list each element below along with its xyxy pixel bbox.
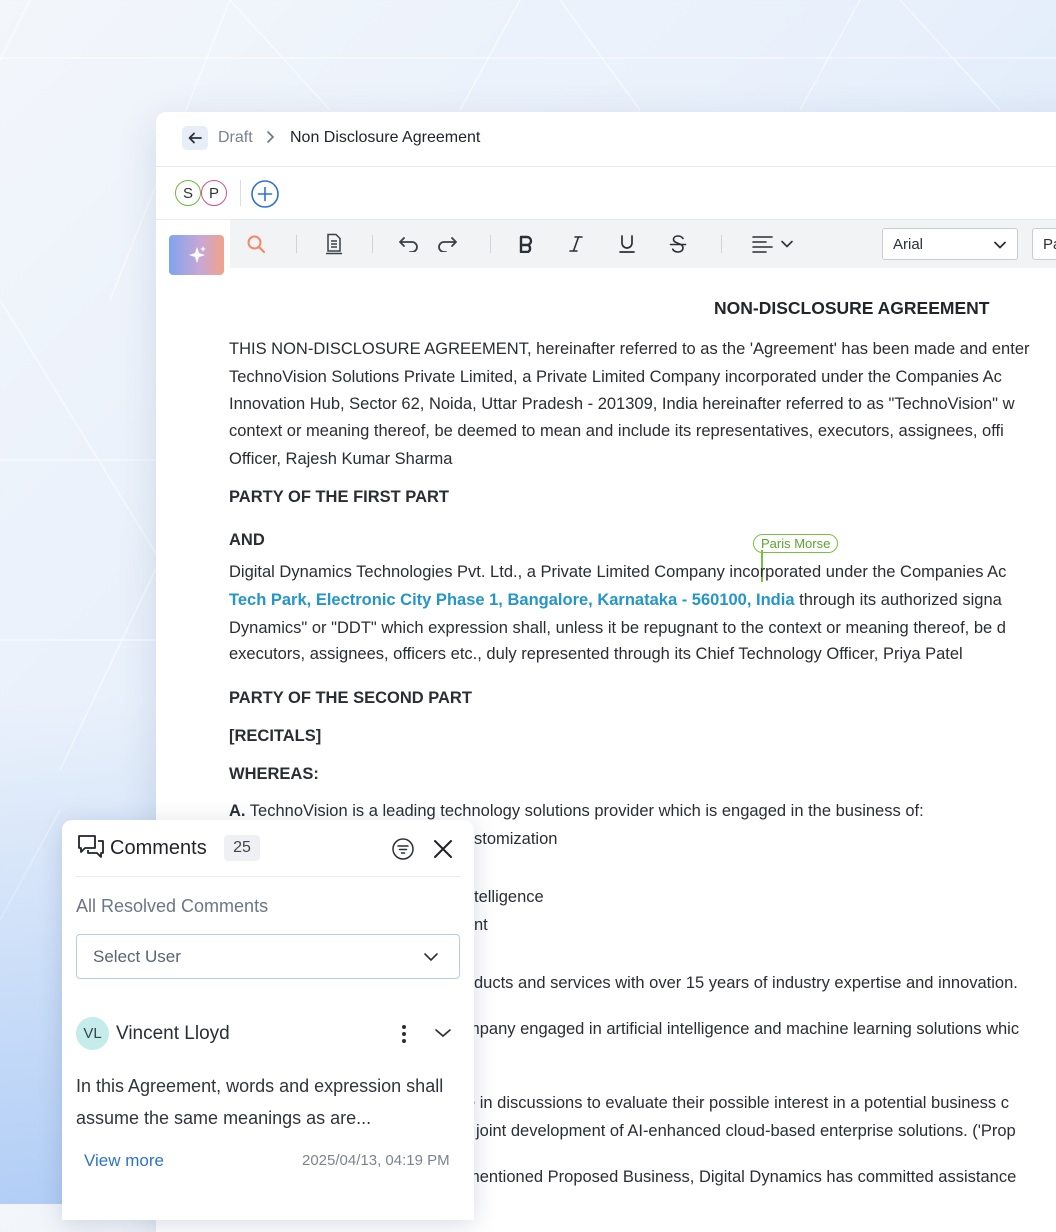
comment-timestamp: 2025/04/13, 04:19 PM: [302, 1152, 450, 1169]
paragraph-line: e in discussions to evaluate their possi…: [466, 1094, 1009, 1112]
toolbar-divider: [490, 235, 491, 253]
paragraph-line: A. TechnoVision is a leading technology …: [229, 802, 924, 821]
filter-icon[interactable]: [391, 837, 415, 861]
paragraph-line: Innovation Hub, Sector 62, Noida, Uttar …: [229, 395, 1015, 413]
toolbar-divider: [721, 235, 722, 253]
chevron-down-icon: [781, 240, 793, 248]
collaborator-avatar-p[interactable]: P: [201, 180, 227, 206]
toolbar-strip: Arial Paragraph: [230, 220, 1056, 268]
paragraph-text: through its authorized signa: [794, 591, 1002, 609]
section-heading: [RECITALS]: [229, 727, 322, 745]
header-bar: Draft Non Disclosure Agreement: [156, 112, 1056, 167]
collaborator-cursor-label: Paris Morse: [753, 534, 839, 553]
search-button[interactable]: [242, 232, 270, 256]
document-title: Non Disclosure Agreement: [290, 129, 481, 146]
arrow-left-icon: [188, 132, 202, 144]
align-left-icon: [752, 236, 773, 253]
comments-icon: [78, 835, 104, 858]
page-setup-button[interactable]: [320, 232, 348, 256]
document-icon: [326, 233, 342, 255]
italic-button[interactable]: [562, 232, 590, 256]
paragraph-line: THIS NON-DISCLOSURE AGREEMENT, hereinaft…: [229, 340, 1030, 358]
italic-icon: [569, 236, 583, 252]
undo-button[interactable]: [395, 232, 423, 256]
paragraph-line: Officer, Rajesh Kumar Sharma: [229, 450, 453, 468]
select-user-placeholder: Select User: [93, 947, 181, 966]
paragraph-line: Digital Dynamics Technologies Pvt. Ltd.,…: [229, 563, 1007, 581]
redo-button[interactable]: [433, 232, 461, 256]
paragraph-style-select[interactable]: Paragraph: [1032, 228, 1056, 260]
divider: [76, 876, 460, 877]
search-icon: [247, 235, 266, 254]
paragraph-line: context or meaning thereof, be deemed to…: [229, 422, 1004, 440]
underline-icon: [619, 235, 635, 253]
section-heading: AND: [229, 531, 265, 549]
paragraph-line: Dynamics" or "DDT" which expression shal…: [229, 619, 1006, 637]
paragraph-line: mpany engaged in artificial intelligence…: [466, 1020, 1020, 1038]
ai-assist-button[interactable]: [169, 235, 224, 275]
view-more-link[interactable]: View more: [84, 1151, 164, 1171]
address-link[interactable]: Tech Park, Electronic City Phase 1, Bang…: [229, 591, 795, 609]
undo-icon: [399, 237, 418, 252]
list-marker: A.: [229, 802, 246, 820]
font-family-value: Arial: [893, 235, 924, 253]
comment-author: Vincent Lloyd: [116, 1023, 230, 1044]
paragraph-line: Tech Park, Electronic City Phase 1, Bang…: [229, 591, 1002, 610]
divider: [240, 180, 241, 206]
agreement-heading: NON-DISCLOSURE AGREEMENT: [714, 298, 990, 318]
paragraph-line: telligence: [474, 888, 544, 906]
sparkle-icon: [188, 246, 206, 263]
avatar: VL: [76, 1017, 109, 1050]
add-collaborator-icon[interactable]: [250, 179, 280, 209]
chevron-down-icon[interactable]: [434, 1027, 452, 1039]
chevron-down-icon: [994, 241, 1006, 249]
breadcrumb-draft[interactable]: Draft: [218, 129, 253, 147]
bold-icon: [519, 235, 533, 253]
chevron-right-icon: [267, 131, 275, 143]
comments-title: Comments: [110, 837, 207, 859]
font-family-select[interactable]: Arial: [882, 228, 1018, 260]
paragraph-line: stomization: [474, 830, 558, 848]
section-heading: PARTY OF THE FIRST PART: [229, 488, 450, 506]
redo-icon: [438, 237, 457, 252]
paragraph-line: joint development of AI-enhanced cloud-b…: [476, 1122, 1016, 1140]
section-heading: WHEREAS:: [229, 765, 319, 783]
close-icon[interactable]: [432, 838, 454, 860]
underline-button[interactable]: [613, 232, 641, 256]
strikethrough-button[interactable]: [664, 232, 692, 256]
paragraph-line: nt: [474, 916, 488, 934]
toolbar-divider: [296, 235, 297, 253]
bold-button[interactable]: [512, 232, 540, 256]
align-dropdown[interactable]: [748, 232, 798, 256]
select-user-dropdown[interactable]: Select User: [76, 934, 460, 979]
back-button[interactable]: [182, 126, 208, 150]
chevron-down-icon: [424, 953, 438, 962]
comments-panel: Comments 25 All Resolved Comments Select…: [62, 820, 474, 1220]
paragraph-style-value: Paragraph: [1043, 235, 1056, 253]
paragraph-line: mentioned Proposed Business, Digital Dyn…: [466, 1168, 1017, 1186]
resolved-comments-filter[interactable]: All Resolved Comments: [76, 896, 268, 917]
paragraph-line: TechnoVision Solutions Private Limited, …: [229, 368, 1002, 386]
more-options-icon[interactable]: [398, 1023, 410, 1045]
section-heading: PARTY OF THE SECOND PART: [229, 689, 472, 707]
strikethrough-icon: [669, 235, 687, 253]
comments-count-badge: 25: [224, 835, 260, 861]
toolbar-divider: [372, 235, 373, 253]
formatting-toolbar: Arial Paragraph: [156, 220, 1056, 275]
paragraph-text: TechnoVision is a leading technology sol…: [245, 802, 924, 820]
paragraph-line: executors, assignees, officers etc., dul…: [229, 645, 963, 663]
paragraph-line: ducts and services with over 15 years of…: [474, 974, 1018, 992]
collaborator-bar: S P: [156, 167, 1056, 220]
collaborator-avatar-s[interactable]: S: [175, 180, 201, 206]
comment-text: In this Agreement, words and expression …: [76, 1076, 444, 1128]
